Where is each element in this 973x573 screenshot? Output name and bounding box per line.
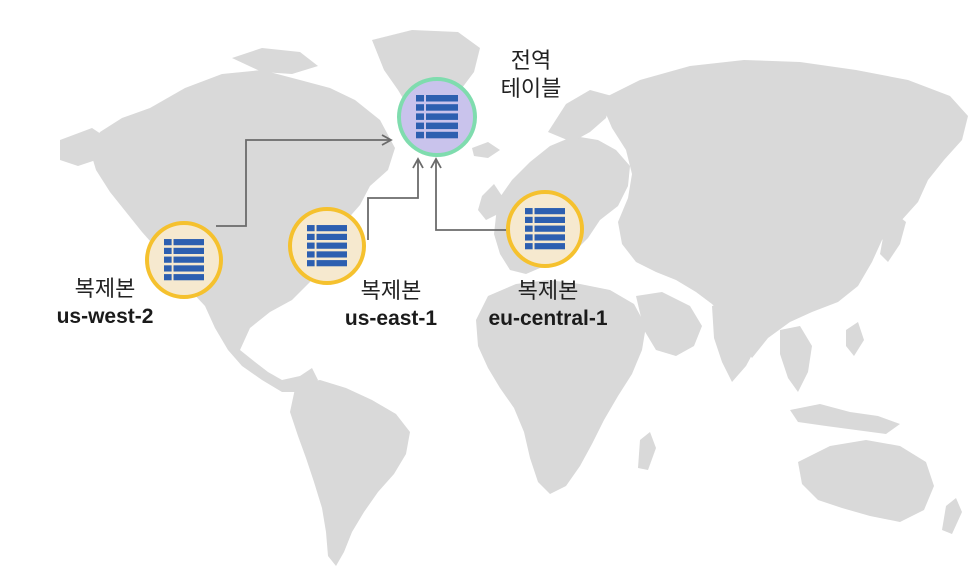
replica-label-eu-central-1: 복제본 eu-central-1: [463, 278, 633, 332]
replica-node-eu-central-1: [506, 190, 584, 268]
global-table-label-line1: 전역: [510, 49, 552, 74]
arabia: [636, 292, 702, 356]
replica-region: us-east-1: [344, 306, 438, 330]
table-icon: [307, 225, 347, 267]
table-icon: [164, 239, 204, 281]
new-zealand: [942, 498, 962, 534]
table-icon: [416, 95, 458, 139]
replica-caption: 복제본: [360, 279, 422, 304]
madagascar: [638, 432, 656, 470]
replica-region: eu-central-1: [488, 306, 608, 330]
replica-region: us-west-2: [56, 304, 154, 328]
south-america: [290, 380, 410, 566]
global-table-node: [397, 77, 477, 157]
arctic-islands: [232, 48, 318, 74]
replica-label-us-west-2: 복제본 us-west-2: [30, 276, 180, 330]
global-table-label: 전역 테이블: [486, 48, 576, 103]
india: [712, 300, 764, 382]
replica-caption: 복제본: [74, 277, 136, 302]
global-table-diagram: 전역 테이블 복제본 us-west-2 복제본 us-east-1 복제본 e…: [0, 0, 973, 573]
global-table-label-line2: 테이블: [500, 76, 562, 102]
indonesia: [790, 404, 900, 434]
replica-caption: 복제본: [517, 279, 579, 304]
replica-node-us-east-1: [288, 207, 366, 285]
southeast-asia: [780, 326, 812, 392]
iceland: [472, 142, 500, 158]
australia: [798, 440, 934, 522]
table-icon: [525, 208, 565, 250]
replica-label-us-east-1: 복제본 us-east-1: [316, 278, 466, 332]
philippines: [846, 322, 864, 356]
